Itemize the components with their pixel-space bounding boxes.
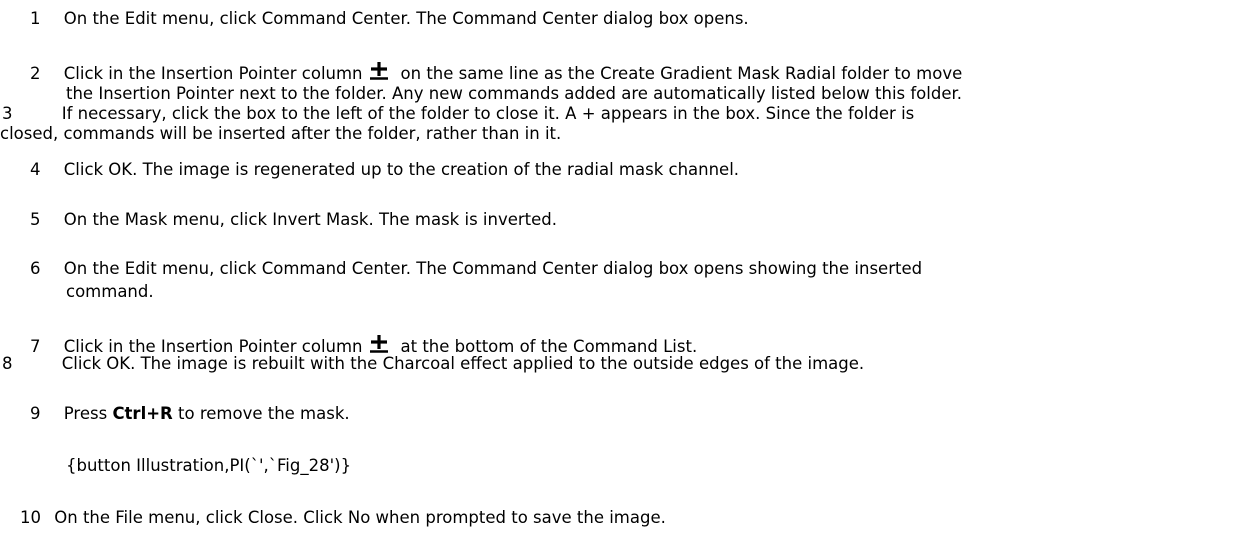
insertion-pointer-icon [369,334,389,354]
step-number: 6 [30,259,41,278]
step-text: On the Edit menu, click Command Center. … [63,9,749,28]
step-number: 9 [30,404,41,423]
step-number: 4 [30,160,41,179]
step-text: If necessary, click the box to the left … [61,104,915,123]
step-2-continuation: the Insertion Pointer next to the folder… [66,84,962,103]
step-2: 2 Click in the Insertion Pointer column o… [30,61,962,84]
step-1: 1 On the Edit menu, click Command Center… [30,9,749,29]
step-text: On the File menu, click Close. Click No … [54,508,666,527]
step-number: 2 [30,64,41,83]
step-text: On the Edit menu, click Command Center. … [63,259,923,278]
step-9: 9 Press Ctrl+R to remove the mask. [30,404,350,424]
step-6-continuation: command. [66,282,154,301]
step-text: Click OK. The image is rebuilt with the … [61,354,865,373]
step-6: 6 On the Edit menu, click Command Center… [30,259,922,279]
illustration-button-macro[interactable]: {button Illustration,PI(`',`Fig_28')} [66,456,351,476]
step-number: 10 [20,508,41,527]
step-text: to remove the mask. [178,404,350,423]
step-3-continuation: closed, commands will be inserted after … [0,124,562,143]
step-text: on the same line as the Create Gradient … [400,64,963,83]
step-4: 4 Click OK. The image is regenerated up … [30,160,739,180]
step-text: Click in the Insertion Pointer column [63,64,363,83]
step-text: On the Mask menu, click Invert Mask. The… [63,210,557,229]
insertion-pointer-icon [369,61,389,81]
step-10: 10 On the File menu, click Close. Click … [20,508,666,528]
step-number: 5 [30,210,41,229]
step-5: 5 On the Mask menu, click Invert Mask. T… [30,210,557,230]
step-number: 3 [2,104,13,123]
step-3: 3 If necessary, click the box to the lef… [2,104,914,124]
step-number: 1 [30,9,41,28]
step-text: Press [63,404,108,423]
step-8: 8 Click OK. The image is rebuilt with th… [2,354,864,374]
step-text: Click OK. The image is regenerated up to… [63,160,740,179]
keyboard-shortcut: Ctrl+R [112,404,173,423]
step-number: 8 [2,354,13,373]
